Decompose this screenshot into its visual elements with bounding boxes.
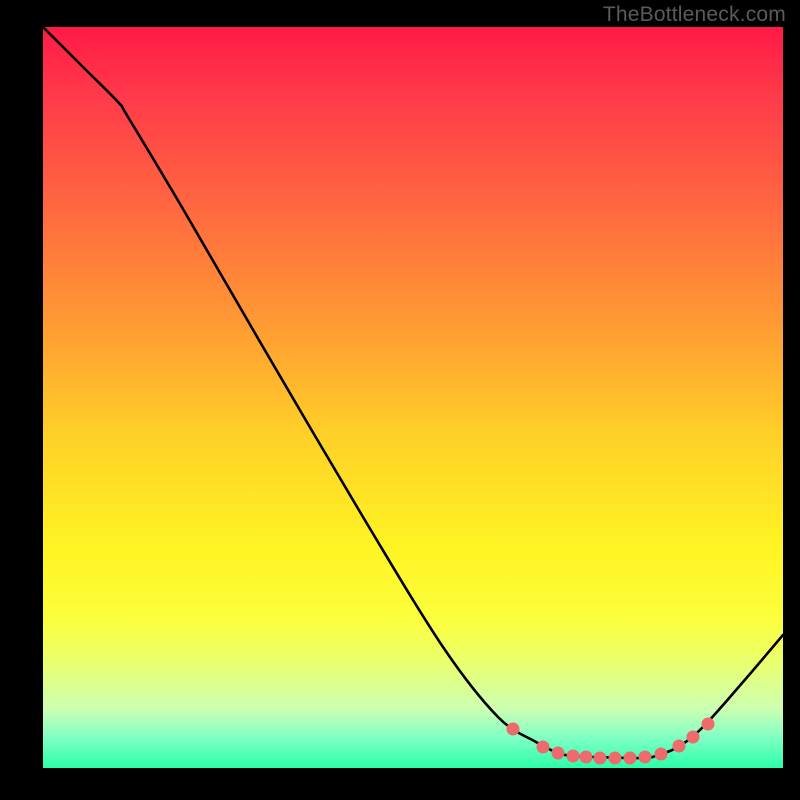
highlight-dot-group: [507, 718, 715, 765]
bottleneck-curve-path: [43, 27, 783, 758]
chart-area: [43, 27, 783, 768]
highlight-dot: [594, 752, 607, 765]
highlight-dot: [639, 751, 652, 764]
highlight-dot: [702, 718, 715, 731]
highlight-dot: [624, 752, 637, 765]
attribution-text: TheBottleneck.com: [603, 3, 786, 27]
highlight-dot: [673, 740, 686, 753]
bottleneck-curve-svg: [43, 27, 783, 768]
highlight-dot: [507, 723, 520, 736]
highlight-dot: [567, 750, 580, 763]
highlight-dot: [655, 748, 668, 761]
highlight-dot: [609, 752, 622, 765]
highlight-dot: [580, 751, 593, 764]
highlight-dot: [537, 741, 550, 754]
highlight-dot: [552, 747, 565, 760]
highlight-dot: [687, 731, 700, 744]
